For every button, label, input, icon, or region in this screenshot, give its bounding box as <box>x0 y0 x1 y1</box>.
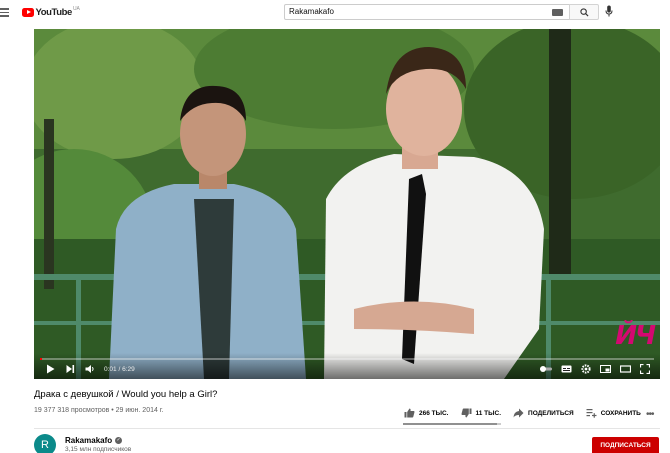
subscriber-count: 3,15 млн подписчиков <box>65 446 132 453</box>
play-icon[interactable] <box>46 364 55 374</box>
save-label: СОХРАНИТЬ <box>600 409 641 417</box>
search-input[interactable]: Rakamakafo <box>284 4 570 20</box>
subtitles-icon[interactable] <box>561 364 572 374</box>
video-player[interactable]: ЙЧ 0:01 / 6:29 <box>34 29 660 379</box>
hamburger-menu-icon[interactable] <box>0 8 9 17</box>
dislike-button[interactable]: 11 ТЫС. <box>461 408 502 418</box>
add-to-playlist-icon <box>586 409 597 418</box>
subscribe-button[interactable]: ПОДПИСАТЬСЯ <box>592 437 659 453</box>
like-ratio-fill <box>403 423 498 425</box>
duration: 6:29 <box>122 366 135 373</box>
divider <box>34 428 660 429</box>
view-count-and-date: 19 377 318 просмотров • 29 июн. 2014 г. <box>34 407 164 414</box>
next-icon[interactable] <box>66 364 75 374</box>
more-actions-icon[interactable]: ••• <box>646 409 654 420</box>
share-button[interactable]: ПОДЕЛИТЬСЯ <box>513 408 574 418</box>
channel-name: Rakamakafo <box>65 436 113 445</box>
time-separator: / <box>118 366 121 373</box>
progress-fill <box>40 358 42 360</box>
video-frame <box>34 29 660 379</box>
like-button[interactable]: 266 ТЫС. <box>404 408 449 418</box>
time-display: 0:01 / 6:29 <box>104 365 135 375</box>
keyboard-icon[interactable] <box>552 9 563 16</box>
miniplayer-icon[interactable] <box>600 364 611 374</box>
current-time: 0:01 <box>104 366 117 373</box>
video-actions: 266 ТЫС. 11 ТЫС. ПОДЕЛИТЬСЯ СОХРАНИТЬ <box>404 406 653 420</box>
video-title: Драка с девушкой / Would you help a Girl… <box>34 389 218 400</box>
volume-icon[interactable] <box>85 364 95 374</box>
masthead: YouTube UA Rakamakafo <box>0 0 670 26</box>
like-dislike-ratio-bar <box>403 423 501 425</box>
settings-gear-icon[interactable] <box>581 364 591 374</box>
logo-country-code: UA <box>72 6 80 12</box>
channel-name-row[interactable]: Rakamakafo ✓ <box>65 436 123 445</box>
youtube-play-logo-icon <box>22 8 34 17</box>
theater-mode-icon[interactable] <box>620 364 631 374</box>
search-button[interactable] <box>569 4 599 20</box>
autoplay-toggle-icon[interactable] <box>539 364 553 374</box>
search-icon <box>580 8 589 17</box>
progress-bar[interactable] <box>40 358 654 360</box>
verified-check-icon: ✓ <box>115 437 123 444</box>
youtube-logo[interactable]: YouTube UA <box>22 6 80 19</box>
share-arrow-icon <box>513 408 524 418</box>
like-count: 266 ТЫС. <box>419 409 449 417</box>
thumbs-up-icon <box>404 408 415 418</box>
save-button[interactable]: СОХРАНИТЬ <box>586 408 641 418</box>
share-label: ПОДЕЛИТЬСЯ <box>528 409 574 417</box>
thumbs-down-icon <box>461 408 471 418</box>
channel-watermark: ЙЧ <box>615 321 656 351</box>
logo-text: YouTube <box>35 7 73 18</box>
player-controls: 0:01 / 6:29 <box>34 353 660 379</box>
fullscreen-icon[interactable] <box>640 364 650 374</box>
search-query: Rakamakafo <box>289 7 334 16</box>
channel-avatar[interactable]: R <box>34 434 56 453</box>
dislike-count: 11 ТЫС. <box>475 409 502 417</box>
microphone-icon[interactable] <box>605 5 613 17</box>
